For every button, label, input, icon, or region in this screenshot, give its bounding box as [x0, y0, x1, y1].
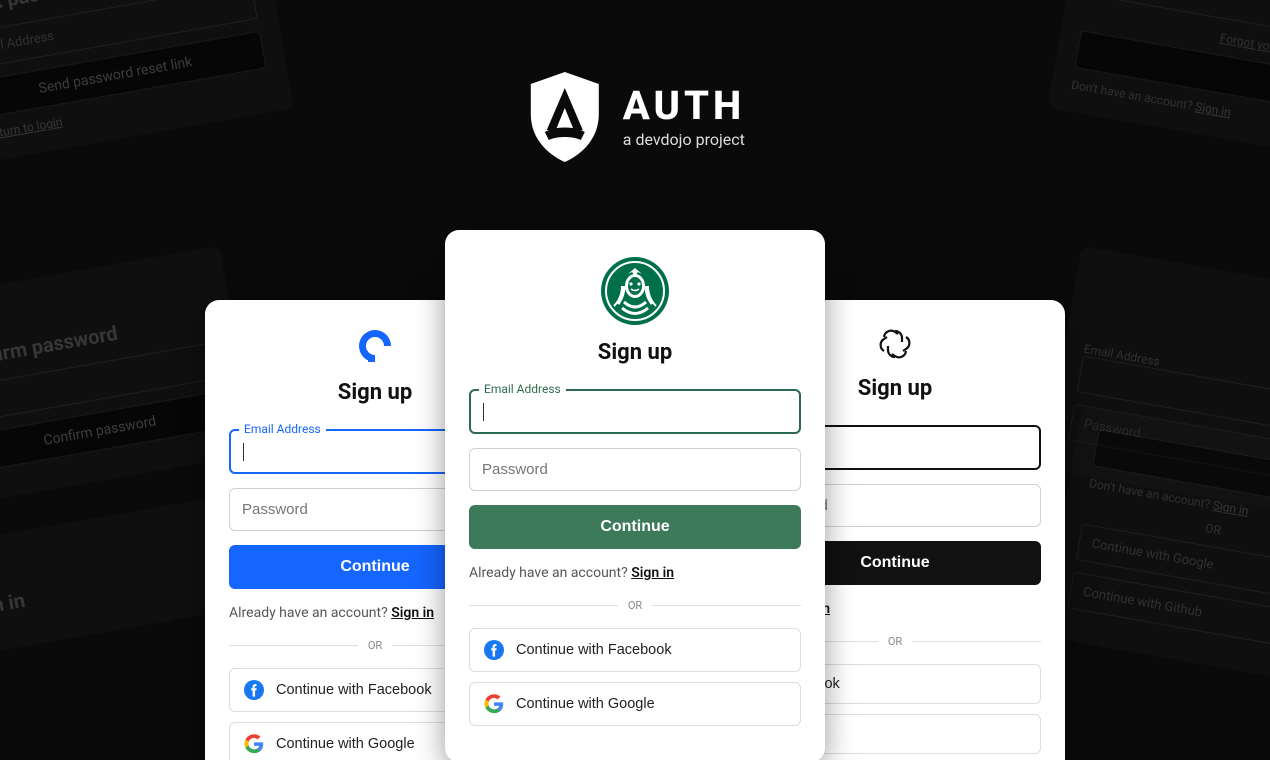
signin-link[interactable]: Sign in — [631, 565, 674, 581]
google-button-label: Continue with Google — [276, 736, 415, 752]
signup-heading: Sign up — [858, 376, 932, 401]
google-icon — [244, 734, 264, 754]
starbucks-logo-icon — [600, 256, 670, 330]
digitalocean-logo-icon — [355, 326, 395, 370]
header-subtitle: a devdojo project — [623, 130, 745, 149]
google-icon — [484, 694, 504, 714]
google-button-label: Continue with Google — [516, 696, 655, 712]
signup-heading: Sign up — [598, 340, 672, 365]
signup-cards-row: Sign up Email Address Continue Already h… — [205, 230, 1065, 760]
bg-reset-password-card: Reset password Email Address Send passwo… — [0, 0, 294, 167]
signup-card-starbucks: Sign up Email Address Continue Already h… — [445, 230, 825, 760]
openai-logo-icon — [877, 326, 913, 366]
email-input-wrap: Email Address — [469, 389, 801, 434]
continue-button[interactable]: Continue — [469, 505, 801, 549]
continue-with-google-button[interactable]: Continue with Google — [469, 682, 801, 726]
text-cursor — [243, 443, 244, 461]
already-account-row: Already have an account? Sign in — [469, 565, 801, 581]
shield-logo-icon — [525, 70, 605, 164]
signin-link[interactable]: Sign in — [391, 605, 434, 621]
continue-with-facebook-button[interactable]: Continue with Facebook — [469, 628, 801, 672]
already-account-text: Already have an account? — [469, 565, 628, 581]
facebook-button-label: Continue with Facebook — [516, 642, 672, 658]
email-label: Email Address — [239, 422, 326, 436]
bg-right-card-a: Forgot your password? Cont Don't have an… — [1047, 0, 1270, 160]
header-title: AUTH — [623, 86, 745, 126]
already-account-text: Already have an account? — [229, 605, 388, 621]
facebook-icon — [484, 640, 504, 660]
password-input-wrap — [469, 448, 801, 491]
bg-right-card-c: Continue Don't have an account? Sign in … — [1042, 406, 1270, 689]
email-label: Email Address — [479, 382, 566, 396]
bg-signin-title: Sign in — [0, 553, 222, 622]
facebook-icon — [244, 680, 264, 700]
password-input[interactable] — [469, 448, 801, 491]
auth-header: AUTH a devdojo project — [525, 70, 745, 164]
or-divider: OR — [469, 599, 801, 612]
facebook-button-label: Continue with Facebook — [276, 682, 432, 698]
text-cursor — [483, 403, 484, 421]
signup-heading: Sign up — [338, 380, 412, 405]
